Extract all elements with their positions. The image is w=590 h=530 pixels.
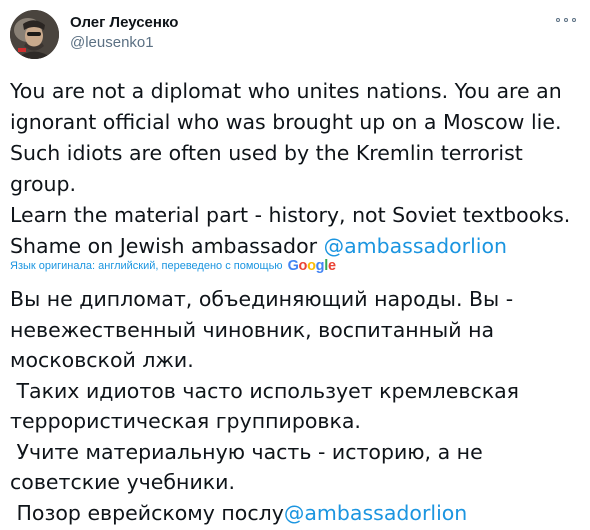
tweet-text-line: group. [10,172,77,196]
tweet-text-segment: Shame on Jewish ambassador [10,234,324,258]
dot-icon [556,18,560,22]
translation-attribution[interactable]: Язык оригинала: английский, переведено с… [10,258,336,274]
translated-line: террористическая группировка. [10,409,361,433]
mention-link[interactable]: @ambassadorlion [284,501,467,525]
tweet-text-line: ignorant official who was brought up on … [10,110,562,134]
tweet-text-line: Such idiots are often used by the Kremli… [10,141,523,165]
translated-line: Вы не дипломат, объединяющий народы. Вы … [10,287,514,311]
translation-note: Язык оригинала: английский, переведено с… [10,260,283,272]
mention-link[interactable]: @ambassadorlion [324,234,507,258]
translated-line: Таких идиотов часто использует кремлевск… [10,378,519,403]
translated-line: невежественный чиновник, воспитанный на [10,317,495,342]
tweet-text-translated: Вы не дипломат, объединяющий народы. Вы … [10,284,580,528]
user-avatar-icon [10,10,59,59]
more-options-icon[interactable] [556,12,576,28]
author-handle[interactable]: @leusenko1 [70,34,154,52]
translated-line: московской лжи. [10,348,194,372]
author-avatar[interactable] [10,10,59,59]
translated-line: Позор еврейскому послу@ambassadorlion [10,498,580,529]
translated-line: Учите материальную часть - историю, а не [10,439,483,464]
author-name[interactable]: Олег Леусенко [70,14,178,32]
dot-icon [564,18,568,22]
dot-icon [572,18,576,22]
translated-segment: Позор еврейскому послу [10,500,284,525]
translated-line: советские учебники. [10,470,235,494]
tweet-text-original: You are not a diplomat who unites nation… [10,76,580,262]
tweet-text-line: Learn the material part - history, not S… [10,203,571,227]
google-logo: Google [287,258,336,274]
tweet: Олег Леусенко @leusenko1 You are not a d… [0,0,590,530]
tweet-text-line: You are not a diplomat who unites nation… [10,79,562,103]
